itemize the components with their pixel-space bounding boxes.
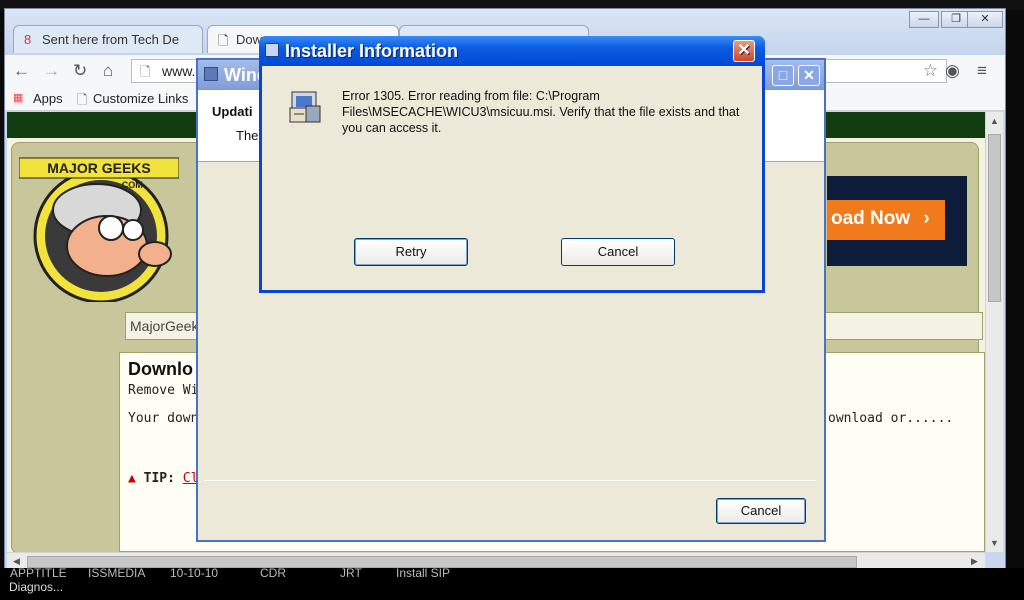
retry-button[interactable]: Retry [354, 238, 468, 266]
panel-text-right: ownload or...... [828, 411, 954, 426]
desktop-row-label[interactable]: Diagnos... [9, 580, 63, 594]
desktop-list-row: APPTITLE ISSMEDIA 10-10-10 CDR JRT Insta… [0, 566, 1024, 600]
download-now-button[interactable]: oad Now › [827, 200, 945, 240]
desktop-col: Install SIP [396, 566, 451, 580]
tip-label: TIP: [143, 471, 175, 486]
apps-grid-icon: ▦ [13, 92, 24, 104]
scroll-down-icon[interactable]: ▼ [990, 538, 999, 548]
ad-banner: oad Now › [827, 176, 967, 266]
tip-line: ▲ TIP: Cli [128, 471, 206, 486]
desktop-col: ISSMEDIA [88, 566, 146, 580]
installer-close-button[interactable]: ✕ [798, 65, 820, 86]
minimize-button[interactable]: — [909, 11, 939, 28]
page-icon: 🗋 [77, 92, 88, 107]
desktop-col: CDR [260, 566, 286, 580]
home-icon[interactable]: ⌂ [103, 61, 113, 81]
back-arrow-icon[interactable]: ← [13, 61, 30, 81]
major-geeks-logo: MAJOR GEEKS .COM [19, 157, 179, 302]
panel-title: Downlo [128, 359, 193, 379]
extension-icon[interactable]: ◉ [945, 61, 960, 81]
maximize-button[interactable]: □ [772, 65, 794, 86]
logo-sub: .COM [119, 180, 143, 190]
desktop-col: JRT [340, 566, 362, 580]
reload-icon[interactable]: ↻ [73, 61, 87, 81]
tab-sent-here[interactable]: 8 Sent here from Tech De [13, 25, 203, 53]
dialog-title: Installer Information [285, 41, 459, 61]
address-text: www. [162, 63, 196, 79]
tab-favicon-icon: 8 [24, 32, 32, 47]
warning-icon: ▲ [128, 471, 136, 486]
bookmark-customize-links[interactable]: Customize Links [93, 91, 188, 106]
chevron-right-icon: › [923, 208, 930, 229]
vertical-scrollbar[interactable]: ▲ ▼ [985, 112, 1003, 552]
screen: — ❐ ✕ 8 Sent here from Tech De 🗋 Dow ← →… [0, 0, 1024, 600]
panel-subtitle: Remove Wi [128, 383, 199, 398]
page-icon: 🗋 [218, 33, 229, 48]
site-search-text: MajorGeek [130, 318, 199, 334]
close-button[interactable]: ✕ [967, 11, 1003, 28]
desktop-col: 10-10-10 [170, 566, 219, 580]
panel-text: Your downl [128, 411, 207, 426]
dialog-close-button[interactable]: ✕ [733, 40, 755, 62]
installer-divider [204, 480, 816, 481]
page-icon: 🗋 [140, 64, 151, 79]
installer-cancel-button[interactable]: Cancel [716, 498, 806, 524]
installer-subtext: The [236, 128, 259, 143]
dialog-cancel-button[interactable]: Cancel [561, 238, 675, 266]
bookmark-star-icon[interactable]: ☆ [923, 61, 938, 81]
dialog-message: Error 1305. Error reading from file: C:\… [342, 89, 740, 135]
installer-package-icon [289, 91, 321, 123]
installer-icon [265, 43, 279, 57]
menu-icon[interactable]: ≡ [977, 61, 987, 81]
installer-information-dialog: Installer Information ✕ Error 1305. Erro… [259, 36, 765, 293]
download-now-label: oad Now [831, 208, 911, 229]
dialog-titlebar: Installer Information ✕ [259, 36, 765, 66]
scroll-right-icon[interactable]: ▶ [971, 556, 978, 567]
bookmark-apps[interactable]: Apps [33, 91, 63, 106]
logo-text: MAJOR GEEKS [47, 160, 150, 176]
tab-label: Sent here from Tech De [42, 32, 180, 47]
vertical-scroll-thumb[interactable] [988, 134, 1001, 302]
scroll-up-icon[interactable]: ▲ [990, 116, 999, 126]
forward-arrow-icon[interactable]: → [43, 61, 60, 81]
desktop-col: APPTITLE [10, 566, 67, 580]
installer-heading: Updati [212, 104, 253, 119]
installer-icon [204, 67, 218, 81]
